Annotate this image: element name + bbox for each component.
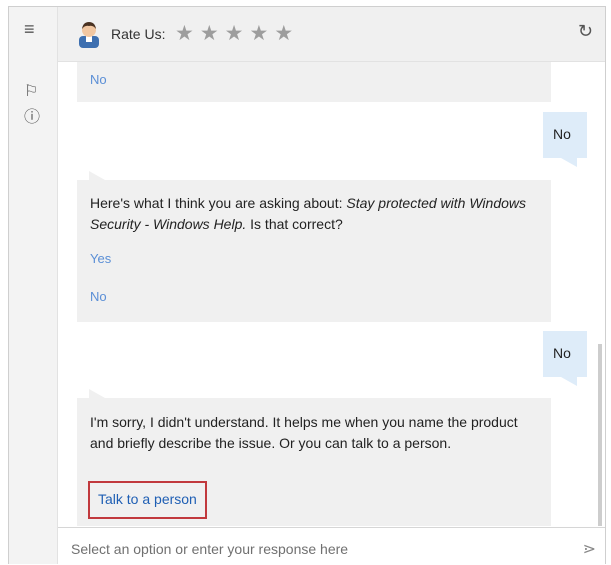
hamburger-menu-icon[interactable]: ≡: [24, 20, 35, 38]
chat-header: Rate Us: ★ ★ ★ ★ ★ ↻: [58, 7, 605, 62]
option-yes-link[interactable]: Yes: [90, 248, 535, 269]
info-icon[interactable]: ⓘ: [24, 110, 40, 126]
bot-question-text: Here's what I think you are asking about…: [90, 195, 526, 232]
user-message-text: No: [553, 126, 571, 142]
star-4-icon[interactable]: ★: [249, 19, 268, 49]
bot-fallback-text: I'm sorry, I didn't understand. It helps…: [90, 414, 518, 451]
star-3-icon[interactable]: ★: [225, 19, 244, 49]
option-no-link-previous[interactable]: No: [90, 72, 107, 87]
left-rail: ≡ ⚐ ⓘ: [9, 7, 58, 564]
agent-avatar-icon: [79, 22, 99, 48]
star-5-icon[interactable]: ★: [274, 19, 293, 49]
user-message-text: No: [553, 345, 571, 361]
rate-us-label: Rate Us:: [111, 26, 166, 42]
star-1-icon[interactable]: ★: [175, 19, 194, 49]
option-no-link[interactable]: No: [90, 286, 535, 307]
feedback-icon[interactable]: ⚐: [24, 84, 38, 100]
bot-message-partial: No: [77, 62, 551, 102]
bot-message-question: Here's what I think you are asking about…: [77, 171, 551, 322]
talk-to-person-link[interactable]: Talk to a person: [88, 481, 207, 519]
composer-bar: ⋗: [58, 527, 605, 565]
bot-message-fallback: I'm sorry, I didn't understand. It helps…: [77, 389, 551, 526]
user-message-1: No: [543, 112, 587, 167]
rating-stars: ★ ★ ★ ★ ★: [175, 19, 293, 49]
star-2-icon[interactable]: ★: [200, 19, 219, 49]
message-input[interactable]: [69, 536, 553, 562]
chat-transcript[interactable]: No No Here's what I think you are asking…: [58, 62, 605, 526]
chat-scrollbar[interactable]: [598, 344, 602, 526]
send-icon[interactable]: ⋗: [583, 539, 596, 559]
user-message-2: No: [543, 331, 587, 386]
refresh-icon[interactable]: ↻: [578, 21, 593, 42]
